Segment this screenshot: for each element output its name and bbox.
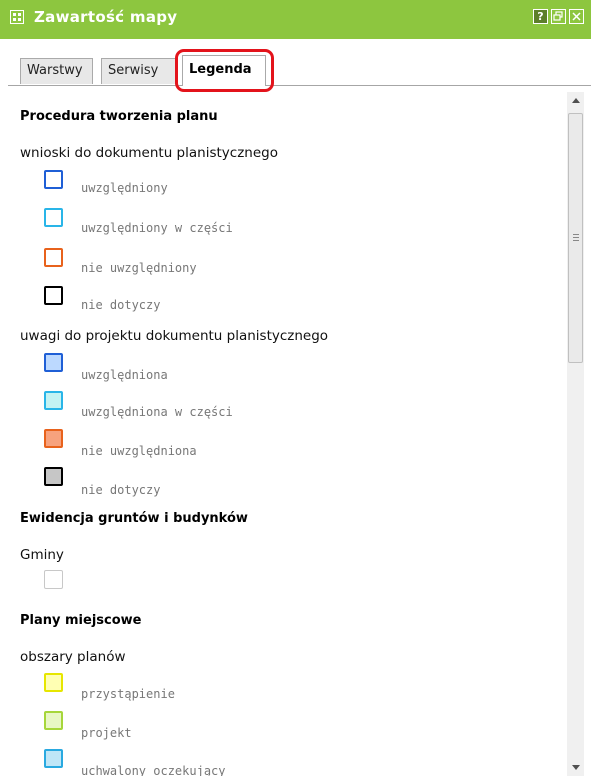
legend-panel: Procedura tworzenia planu wnioski do dok… <box>0 92 567 776</box>
section-heading: Procedura tworzenia planu <box>20 109 218 124</box>
group-title: Gminy <box>20 547 64 563</box>
legend-swatch <box>44 749 63 768</box>
legend-label: uwzględniony w części <box>81 221 233 235</box>
tab-warstwy[interactable]: Warstwy <box>20 58 93 84</box>
legend-label: uwzględniony <box>81 181 168 195</box>
tab-divider <box>8 85 591 86</box>
scroll-down-icon[interactable] <box>567 759 584 776</box>
restore-icon[interactable] <box>551 9 566 24</box>
legend-label: nie dotyczy <box>81 298 161 312</box>
legend-label: projekt <box>81 726 132 740</box>
group-title: wnioski do dokumentu planistycznego <box>20 145 278 161</box>
legend-swatch <box>44 170 63 189</box>
tab-highlight-annotation <box>175 49 274 92</box>
window-titlebar: Zawartość mapy ? <box>0 0 591 39</box>
grip-line <box>573 240 579 241</box>
grid-icon <box>10 10 24 24</box>
legend-swatch <box>44 391 63 410</box>
grip-line <box>573 234 579 235</box>
legend-swatch <box>44 353 63 372</box>
group-title: uwagi do projektu dokumentu planistyczne… <box>20 328 329 344</box>
legend-label: uwzględniona <box>81 368 168 382</box>
legend-swatch <box>44 673 63 692</box>
legend-swatch <box>44 711 63 730</box>
legend-swatch <box>44 208 63 227</box>
legend-label: nie uwzględniona <box>81 444 197 458</box>
legend-label: nie uwzględniony <box>81 261 197 275</box>
close-icon[interactable] <box>569 9 584 24</box>
section-heading: Plany miejscowe <box>20 613 142 628</box>
window-title: Zawartość mapy <box>34 8 178 26</box>
help-button[interactable]: ? <box>533 9 548 24</box>
grip-line <box>573 237 579 238</box>
vertical-scrollbar[interactable] <box>567 92 584 776</box>
tab-serwisy[interactable]: Serwisy <box>101 58 176 84</box>
legend-swatch <box>44 429 63 448</box>
legend-label: przystąpienie <box>81 687 175 701</box>
section-heading: Ewidencja gruntów i budynków <box>20 511 248 526</box>
legend-label: nie dotyczy <box>81 483 161 497</box>
group-title: obszary planów <box>20 649 126 665</box>
scroll-thumb[interactable] <box>568 113 583 363</box>
legend-swatch <box>44 570 63 589</box>
scroll-up-icon[interactable] <box>567 92 584 109</box>
legend-label: uwzględniona w części <box>81 405 233 419</box>
legend-swatch <box>44 286 63 305</box>
legend-label: uchwalony oczekujący <box>81 764 226 776</box>
legend-swatch <box>44 467 63 486</box>
legend-swatch <box>44 248 63 267</box>
